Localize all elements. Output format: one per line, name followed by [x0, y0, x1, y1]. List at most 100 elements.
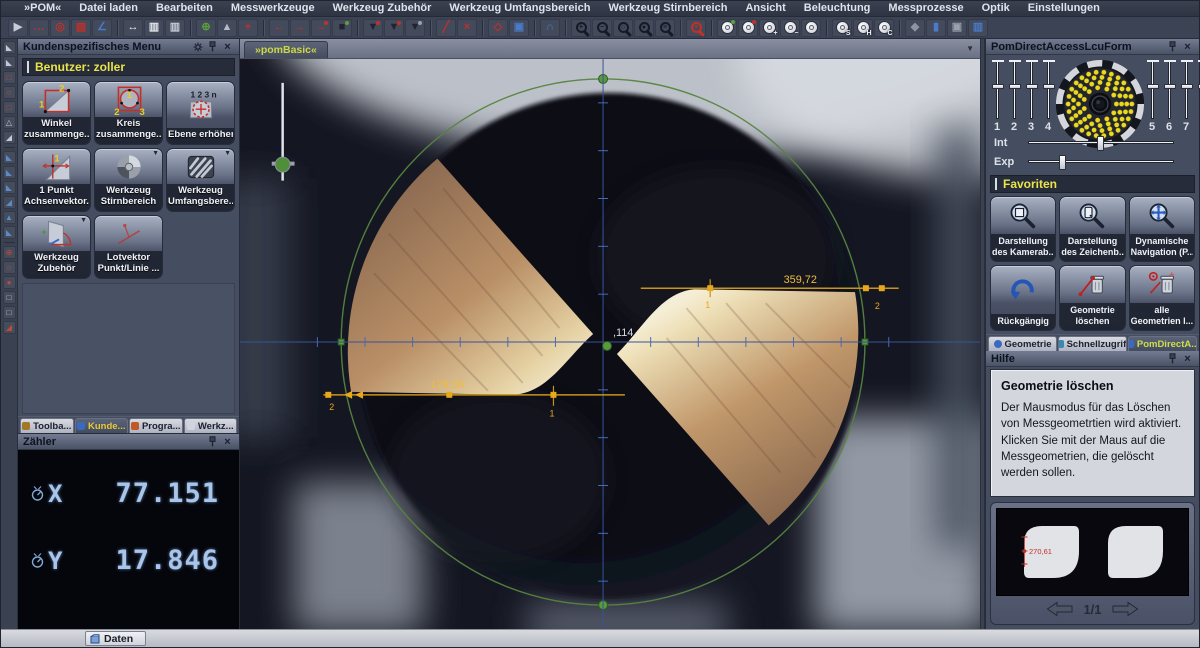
werkzeug-zubehoer-button[interactable]: ▼ + WerkzeugZubehör	[22, 215, 91, 279]
zoom-out-icon[interactable]: −	[592, 19, 612, 37]
slider-thumb[interactable]	[1164, 84, 1176, 89]
close-icon[interactable]: ×	[1181, 352, 1194, 365]
rail-profile-icon[interactable]: ◢	[3, 131, 16, 144]
gear-icon[interactable]	[191, 40, 204, 53]
circle-gauge-icon[interactable]: ◎	[50, 19, 70, 37]
rail-ring-icon[interactable]: ○	[3, 261, 16, 274]
rail-rect-icon[interactable]: □	[3, 71, 16, 84]
polygon-measure-icon[interactable]: ◇	[488, 19, 508, 37]
rail-blue-angle-1-icon[interactable]: ◣	[3, 151, 16, 164]
light-h-icon[interactable]: H	[853, 19, 873, 37]
rail-step-1-icon[interactable]: □	[3, 291, 16, 304]
close-icon[interactable]: ×	[1181, 40, 1194, 53]
pin-icon[interactable]	[206, 435, 219, 448]
light-red-icon[interactable]	[738, 19, 758, 37]
zoom-cross-icon[interactable]: +	[686, 19, 706, 37]
drawing-view-button[interactable]: Darstellungdes Zeichenb...	[1059, 196, 1125, 262]
menu-pom[interactable]: »POM«	[15, 1, 70, 16]
tab-geometrie[interactable]: Geometrie	[988, 336, 1057, 351]
previous-page-icon[interactable]	[1046, 601, 1073, 617]
next-page-icon[interactable]	[1112, 601, 1139, 617]
light-channel-slider-3[interactable]: 3	[1024, 59, 1038, 133]
menu-werkzeug-umfangsbereich[interactable]: Werkzeug Umfangsbereich	[440, 1, 599, 16]
tab-pomdirectaccess[interactable]: PomDirectA...	[1128, 336, 1197, 351]
rail-blue-peak-icon[interactable]: ▲	[3, 211, 16, 224]
delete-point-icon[interactable]: ×	[457, 19, 477, 37]
intensity-thumb[interactable]	[1097, 136, 1104, 151]
flute-stripes-alt-icon[interactable]: ▥	[165, 19, 185, 37]
pin-icon[interactable]	[1166, 40, 1179, 53]
slider-thumb[interactable]	[1043, 84, 1055, 89]
light-channel-slider-8[interactable]: 8	[1196, 59, 1200, 133]
pin-icon[interactable]	[206, 40, 219, 53]
light-minus-icon[interactable]: −	[780, 19, 800, 37]
light-plain-icon[interactable]	[801, 19, 821, 37]
flute-stripes-icon[interactable]: ▥	[144, 19, 164, 37]
slider-thumb[interactable]	[992, 84, 1004, 89]
slider-thumb[interactable]	[1026, 84, 1038, 89]
rail-step-2-icon[interactable]: □	[3, 306, 16, 319]
tool-store-icon[interactable]: ▼	[405, 19, 425, 37]
sequence-play-icon[interactable]: ▶	[8, 19, 28, 37]
light-s-icon[interactable]: S	[832, 19, 852, 37]
daten-tab[interactable]: Daten	[85, 631, 146, 646]
rail-blue-angle-3-icon[interactable]: ◣	[3, 181, 16, 194]
kreis-zusammengesetzt-button[interactable]: 123 Kreiszusammenge...	[94, 81, 163, 145]
jog-left-icon[interactable]: ←	[269, 19, 289, 37]
point-chain-icon[interactable]: …	[29, 19, 49, 37]
dynamic-navigation-button[interactable]: DynamischeNavigation (P...	[1129, 196, 1195, 262]
rail-dot-icon[interactable]: ●	[3, 276, 16, 289]
light-plus-icon[interactable]: +	[759, 19, 779, 37]
diamond-view-icon[interactable]: ◆	[905, 19, 925, 37]
tab-schnellzugriff[interactable]: Schnellzugriff	[1058, 336, 1127, 351]
rail-target-icon[interactable]: ⊕	[3, 246, 16, 259]
light-c-icon[interactable]: C	[874, 19, 894, 37]
rail-circle-icon[interactable]: ○	[3, 86, 16, 99]
tool-unload-icon[interactable]: ▼	[384, 19, 404, 37]
angle-lines-icon[interactable]: ∠	[92, 19, 112, 37]
menu-datei-laden[interactable]: Datei laden	[70, 1, 147, 16]
arc-measure-icon[interactable]: ∩	[540, 19, 560, 37]
line-from-points-icon[interactable]: ╱	[436, 19, 456, 37]
light-channel-slider-5[interactable]: 5	[1145, 59, 1159, 133]
werkzeug-umfangsbereich-button[interactable]: ▼ WerkzeugUmfangsbere...	[166, 148, 235, 212]
light-channel-slider-6[interactable]: 6	[1162, 59, 1176, 133]
slider-thumb[interactable]	[1009, 84, 1021, 89]
hatch-area-icon[interactable]: ▨	[71, 19, 91, 37]
copy-frame-icon[interactable]: ▣	[947, 19, 967, 37]
probe-handle[interactable]	[275, 157, 290, 172]
menu-optik[interactable]: Optik	[973, 1, 1019, 16]
punkt-achsenvektor-button[interactable]: 1 1 PunktAchsenvektor...	[22, 148, 91, 212]
tab-programme[interactable]: Progra...	[129, 418, 183, 433]
lotvektor-button[interactable]: LotvektorPunkt/Linie ...	[94, 215, 163, 279]
zoom-fit-icon[interactable]: ≡	[655, 19, 675, 37]
tool-load-icon[interactable]: ▼	[363, 19, 383, 37]
rail-angle-2-icon[interactable]: ◣	[3, 56, 16, 69]
edge-profile-icon[interactable]: ▲	[217, 19, 237, 37]
tab-pombasic[interactable]: »pomBasic«	[244, 41, 328, 58]
light-green-icon[interactable]	[717, 19, 737, 37]
light-channel-slider-2[interactable]: 2	[1007, 59, 1021, 133]
tab-toolbars[interactable]: Toolba...	[20, 418, 74, 433]
camera-view-button[interactable]: Darstellungdes Kamerab...	[990, 196, 1056, 262]
delete-geometry-button[interactable]: Geometrielöschen	[1059, 265, 1125, 331]
position-set-icon[interactable]: ■	[332, 19, 352, 37]
undo-button[interactable]: Rückgängig	[990, 265, 1056, 331]
menu-bearbeiten[interactable]: Bearbeiten	[147, 1, 222, 16]
rail-angle-1-icon[interactable]: ◣	[3, 41, 16, 54]
rail-blue-radius-icon[interactable]: ◣	[3, 226, 16, 239]
center-target-icon[interactable]: ⊕	[196, 19, 216, 37]
pin-icon[interactable]	[1166, 352, 1179, 365]
intensity-slider[interactable]	[1028, 141, 1174, 144]
rail-peak-icon[interactable]: △	[3, 116, 16, 129]
cross-plane-icon[interactable]: +	[238, 19, 258, 37]
zoom-point-icon[interactable]: ●	[634, 19, 654, 37]
werkzeug-stirnbereich-button[interactable]: ▼ WerkzeugStirnbereich	[94, 148, 163, 212]
profile-thumbnail-annotated[interactable]: 270,61	[1015, 521, 1087, 583]
exposure-thumb[interactable]	[1059, 155, 1066, 170]
menu-messwerkzeuge[interactable]: Messwerkzeuge	[222, 1, 324, 16]
rail-rect2-icon[interactable]: □	[3, 101, 16, 114]
delete-all-geometries-button[interactable]: alleGeometrien l...	[1129, 265, 1195, 331]
menu-werkzeug-stirnbereich[interactable]: Werkzeug Stirnbereich	[599, 1, 736, 16]
point-reference-icon[interactable]: ▣	[509, 19, 529, 37]
